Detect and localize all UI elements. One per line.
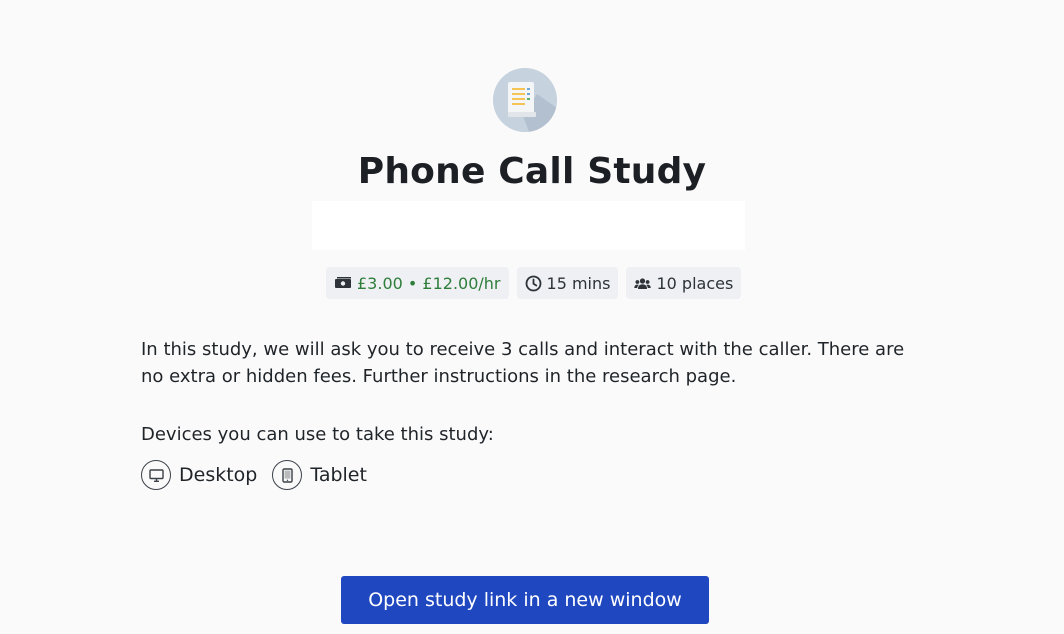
device-label: Tablet	[310, 464, 367, 486]
device-tablet: Tablet	[272, 460, 367, 490]
desktop-icon	[141, 460, 171, 490]
reward-badge: £3.00 • £12.00/hr	[326, 267, 509, 299]
duration-text: 15 mins	[546, 273, 611, 293]
open-study-link-button[interactable]: Open study link in a new window	[341, 576, 709, 624]
clock-icon	[525, 275, 542, 292]
tablet-icon	[272, 460, 303, 490]
device-desktop: Desktop	[141, 460, 257, 490]
duration-badge: 15 mins	[516, 267, 619, 299]
device-list: Desktop Tablet	[141, 460, 382, 490]
money-icon	[334, 277, 352, 289]
study-document-icon	[493, 68, 557, 132]
reward-text: £3.00 • £12.00/hr	[357, 273, 501, 293]
device-label: Desktop	[179, 464, 258, 486]
places-text: 10 places	[656, 273, 734, 293]
users-icon	[634, 277, 652, 290]
study-badges: £3.00 • £12.00/hr 15 mins 10 places	[326, 267, 742, 299]
study-title: Phone Call Study	[357, 151, 707, 192]
devices-heading: Devices you can use to take this study:	[141, 424, 494, 445]
study-description: In this study, we will ask you to receiv…	[141, 339, 905, 387]
places-badge: 10 places	[626, 267, 742, 299]
blank-panel	[312, 201, 745, 250]
